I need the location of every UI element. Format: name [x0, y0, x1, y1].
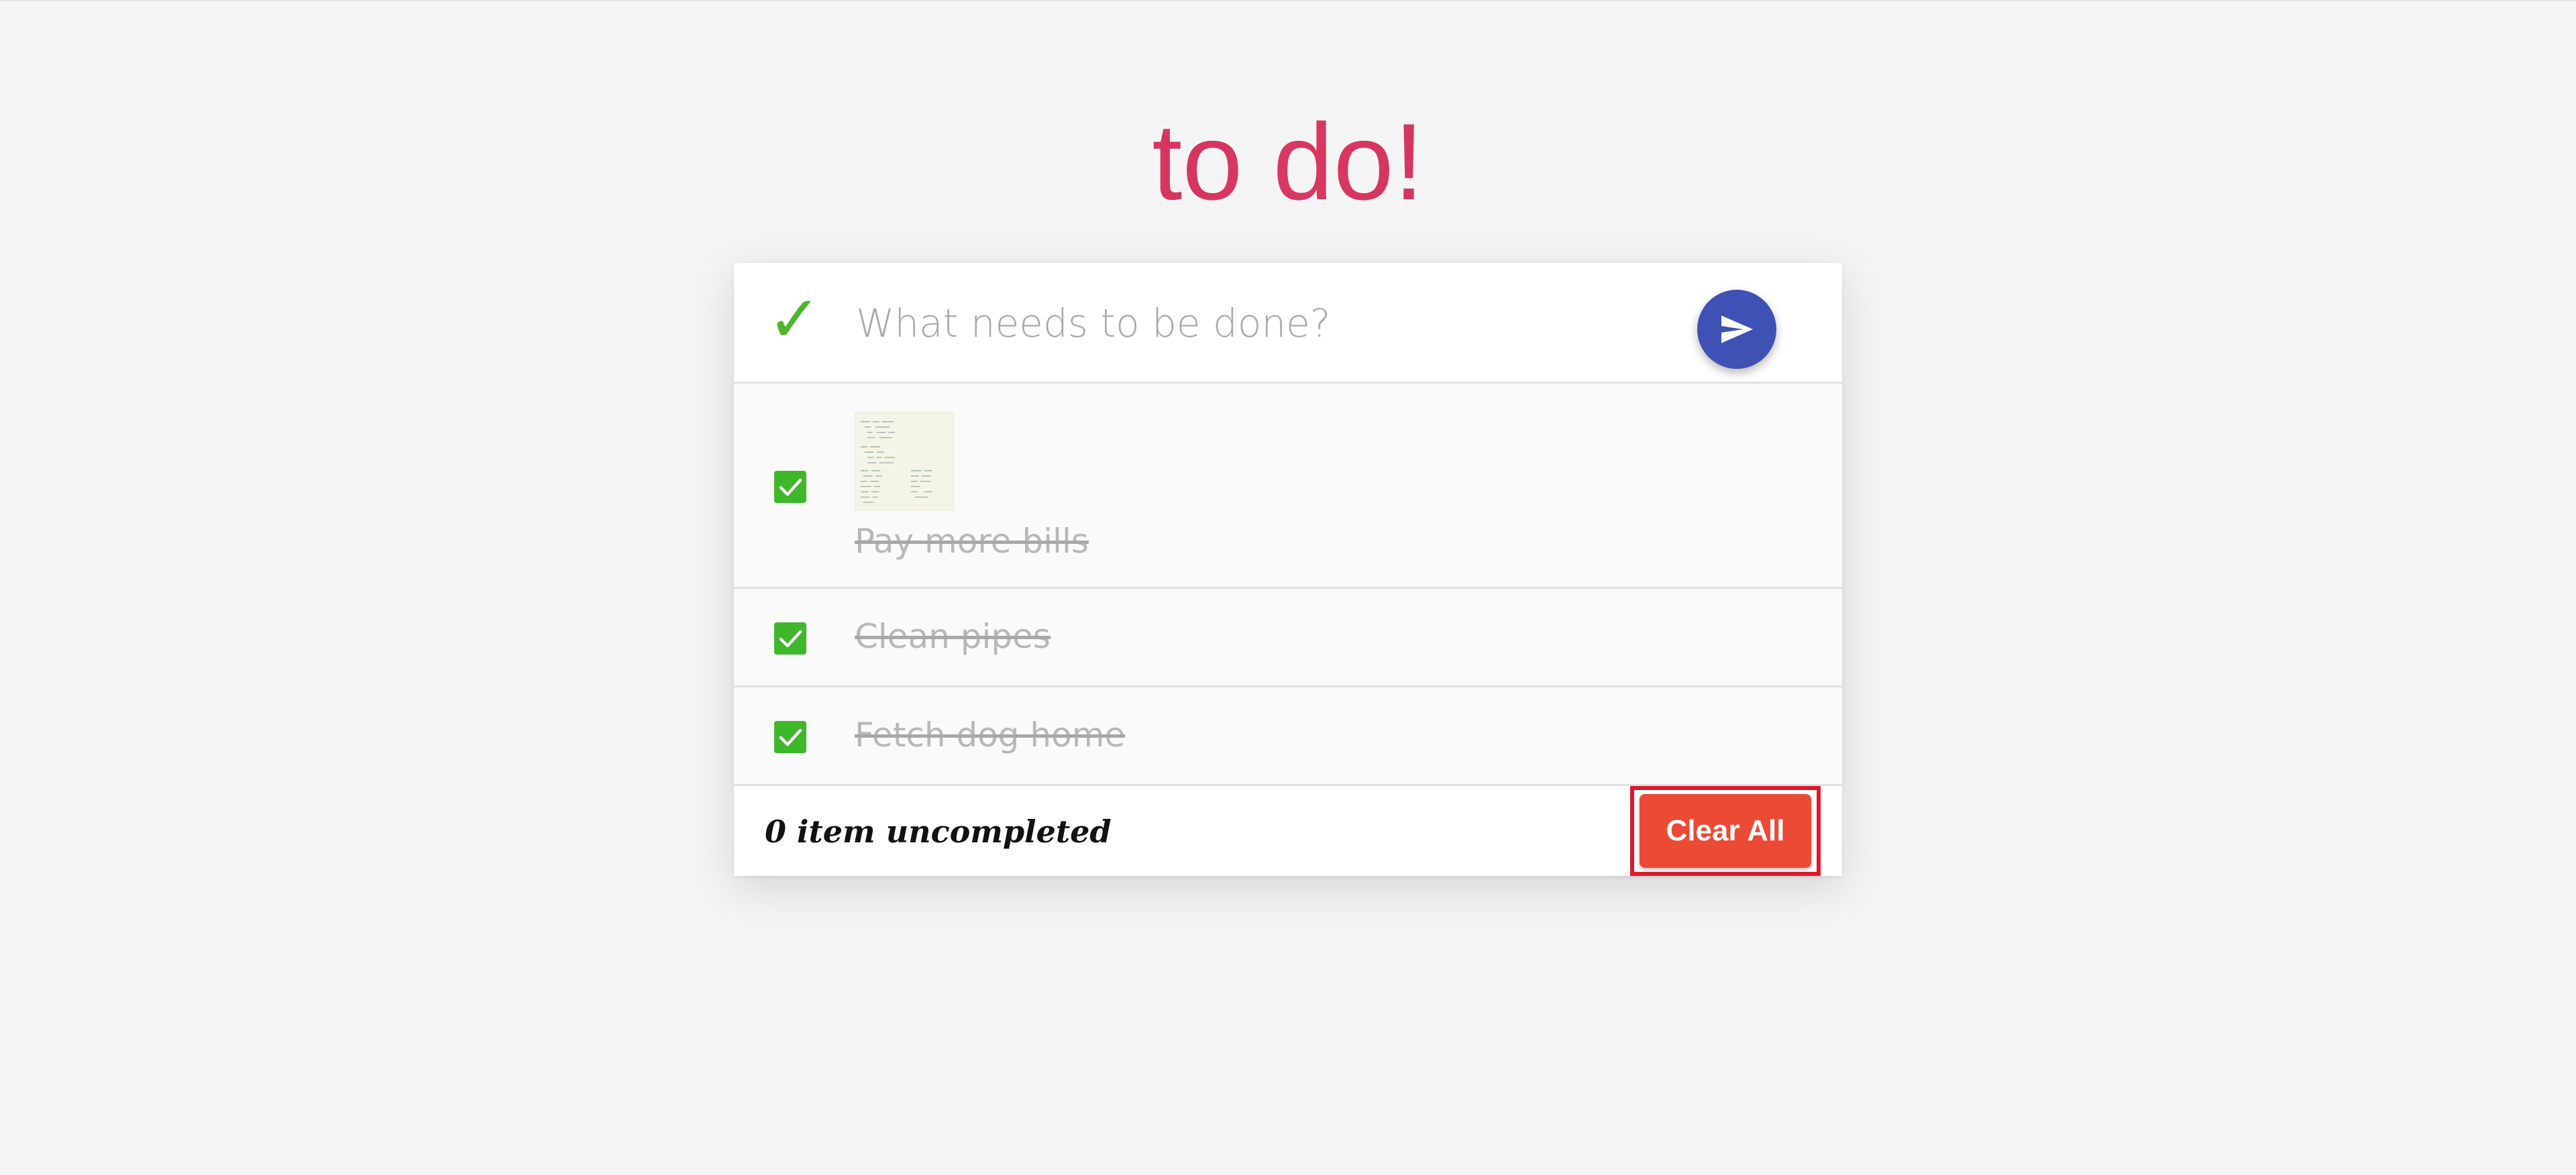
- todo-list: Pay more bills Clean pipes Fetch dog hom…: [734, 384, 1842, 786]
- todo-text[interactable]: Pay more bills: [855, 518, 1089, 565]
- todo-card: ✓ What needs to be done? Pay more bills …: [734, 263, 1842, 876]
- todo-text[interactable]: Clean pipes: [855, 613, 1051, 660]
- todo-checkbox[interactable]: [774, 471, 806, 503]
- check-icon: [779, 728, 802, 746]
- todo-item: Fetch dog home: [734, 687, 1842, 786]
- todo-item: Clean pipes: [734, 589, 1842, 687]
- handwritten-notes-thumbnail: [860, 421, 932, 503]
- check-icon: [779, 630, 802, 648]
- app-title: to do!: [0, 95, 2576, 229]
- page: to do! ✓ What needs to be done? Pay more…: [0, 0, 2576, 1175]
- send-button[interactable]: [1697, 290, 1776, 369]
- check-icon: [779, 478, 802, 496]
- todo-footer: 0 item uncompleted Clear All: [734, 786, 1842, 876]
- checkmark-icon[interactable]: ✓: [767, 286, 821, 353]
- todo-checkbox[interactable]: [774, 721, 806, 753]
- new-todo-row: ✓: [734, 263, 1842, 384]
- todo-item: Pay more bills: [734, 384, 1842, 589]
- todo-attachment-image[interactable]: [855, 412, 954, 511]
- todo-text[interactable]: Fetch dog home: [855, 712, 1125, 759]
- new-todo-input[interactable]: [855, 283, 1701, 363]
- send-icon: [1721, 315, 1754, 343]
- clear-all-button[interactable]: Clear All: [1640, 794, 1811, 868]
- todo-checkbox[interactable]: [774, 622, 806, 655]
- uncompleted-count: 0 item uncompleted: [765, 814, 1112, 850]
